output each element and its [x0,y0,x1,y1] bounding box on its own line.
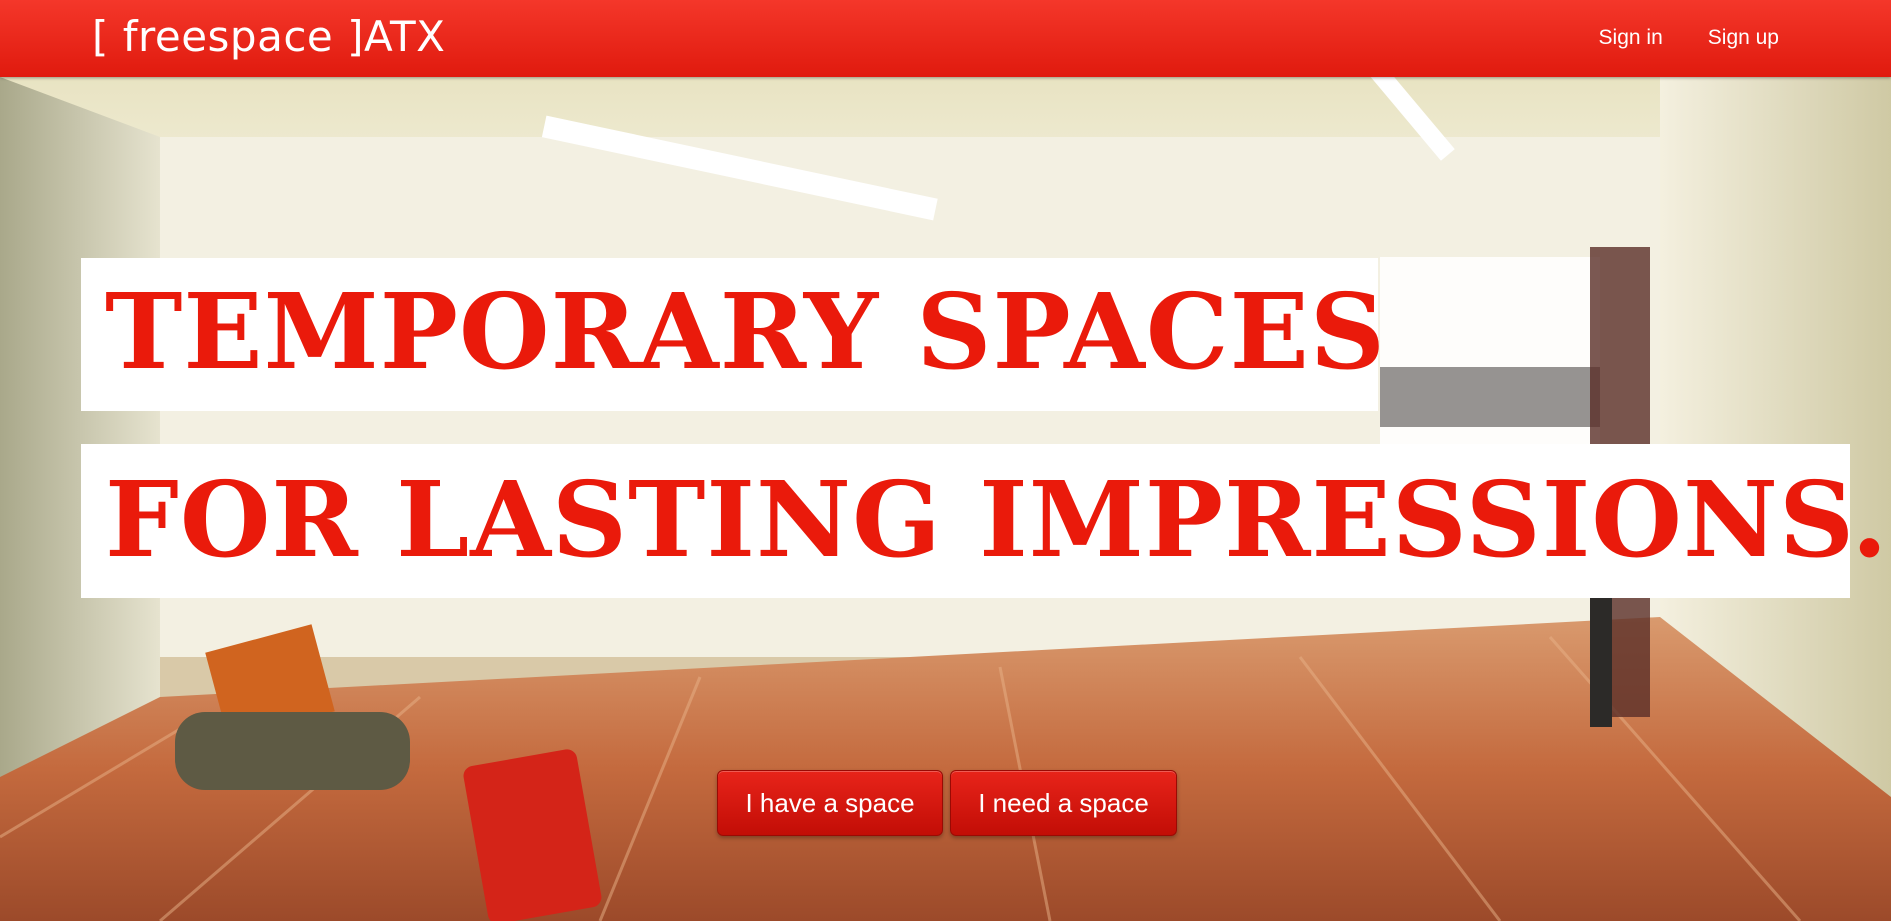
top-navbar: [ freespace ]ATX Sign in Sign up [0,0,1891,77]
sign-up-link[interactable]: Sign up [1708,26,1779,50]
i-have-a-space-button[interactable]: I have a space [717,770,943,836]
brand-logo[interactable]: [ freespace ]ATX [92,12,445,62]
headline-line-1: TEMPORARY SPACES [81,258,1385,411]
sign-in-link[interactable]: Sign in [1599,26,1663,50]
i-need-a-space-button[interactable]: I need a space [950,770,1177,836]
nav-links: Sign in Sign up [1599,26,1779,50]
headline-line-2: FOR LASTING IMPRESSIONS. [81,444,1888,598]
hero-section: TEMPORARY SPACES FOR LASTING IMPRESSIONS… [0,77,1891,921]
